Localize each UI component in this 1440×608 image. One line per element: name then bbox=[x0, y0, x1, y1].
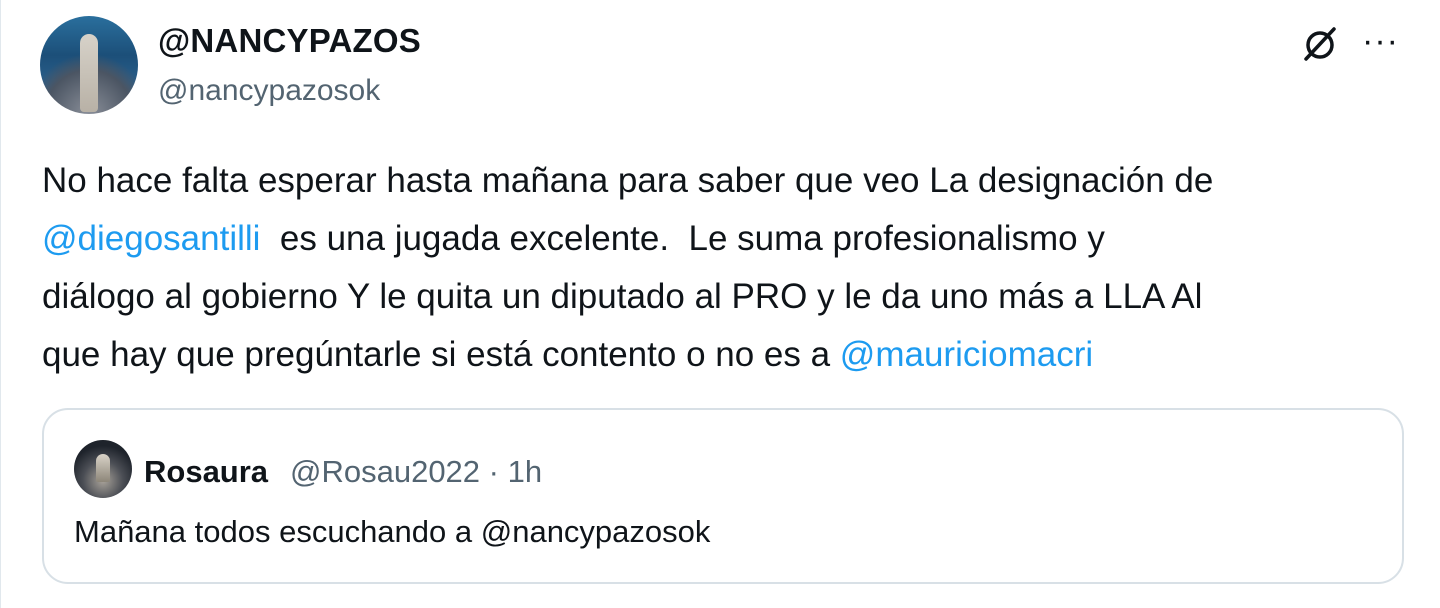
tweet-body: No hace falta esperar hasta mañana para … bbox=[42, 152, 1422, 384]
tweet-line-1: No hace falta esperar hasta mañana para … bbox=[42, 152, 1422, 210]
quoted-author-handle-time[interactable]: @Rosau2022 · 1h bbox=[290, 454, 542, 490]
mention-diegosantilli-link[interactable]: @diegosantilli bbox=[42, 219, 260, 258]
avatar-figure bbox=[80, 34, 98, 112]
tweet-text-segment: es una jugada excelente. Le suma profesi… bbox=[260, 219, 1105, 258]
mention-mauriciomacri-link[interactable]: @mauriciomacri bbox=[840, 335, 1093, 374]
tweet-text-segment: diálogo al gobierno Y le quita un diputa… bbox=[42, 277, 1203, 316]
author-display-name[interactable]: @NANCYPAZOS bbox=[158, 22, 421, 60]
author-avatar[interactable] bbox=[40, 16, 138, 114]
quoted-author-avatar[interactable] bbox=[74, 440, 132, 498]
tweet-line-4: que hay que pregúntarle si está contento… bbox=[42, 326, 1422, 384]
tweet-text-segment: que hay que pregúntarle si está contento… bbox=[42, 335, 840, 374]
tweet-text-segment: No hace falta esperar hasta mañana para … bbox=[42, 161, 1214, 200]
grok-slash-icon[interactable] bbox=[1300, 24, 1340, 64]
quoted-tweet-card[interactable]: Rosaura @Rosau2022 · 1h Mañana todos esc… bbox=[42, 408, 1404, 584]
quoted-tweet-text: Mañana todos escuchando a @nancypazosok bbox=[74, 514, 711, 549]
left-divider bbox=[0, 0, 1, 608]
quoted-author-name[interactable]: Rosaura bbox=[144, 454, 268, 490]
author-handle[interactable]: @nancypazosok bbox=[158, 74, 380, 108]
avatar-building bbox=[96, 454, 110, 482]
more-options-icon[interactable]: ··· bbox=[1362, 22, 1399, 61]
tweet-line-3: diálogo al gobierno Y le quita un diputa… bbox=[42, 268, 1422, 326]
tweet-line-2: @diegosantilli es una jugada excelente. … bbox=[42, 210, 1422, 268]
